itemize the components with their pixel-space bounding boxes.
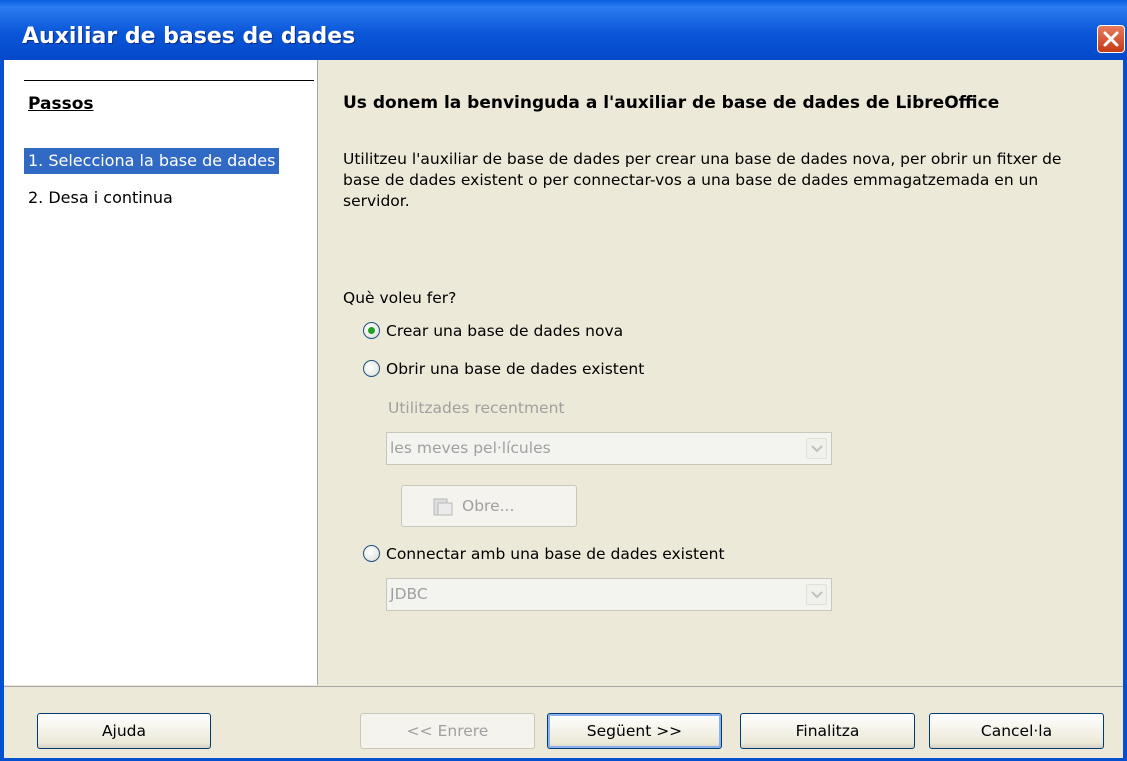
radio-connect-existing[interactable] xyxy=(363,545,380,562)
option-create-new-label: Crear una base de dades nova xyxy=(386,322,624,340)
main-panel: Us donem la benvinguda a l'auxiliar de b… xyxy=(318,60,1123,685)
open-file-button[interactable]: Obre... xyxy=(401,485,577,527)
close-icon xyxy=(1103,31,1119,47)
page-heading: Us donem la benvinguda a l'auxiliar de b… xyxy=(343,93,1000,113)
option-connect-existing-label: Connectar amb una base de dades existent xyxy=(386,545,725,563)
open-folder-icon xyxy=(433,498,453,516)
steps-panel: Passos 1. Selecciona la base de dades 2.… xyxy=(4,60,318,685)
recent-dropdown-value: les meves pel·lícules xyxy=(390,439,551,457)
title-bar[interactable]: Auxiliar de bases de dades xyxy=(0,0,1127,60)
option-connect-existing[interactable]: Connectar amb una base de dades existent xyxy=(363,542,725,566)
intro-text: Utilitzeu l'auxiliar de base de dades pe… xyxy=(343,150,1062,210)
option-create-new[interactable]: Crear una base de dades nova xyxy=(363,319,623,343)
help-button[interactable]: Ajuda xyxy=(37,713,211,749)
finish-button[interactable]: Finalitza xyxy=(740,713,915,749)
next-button[interactable]: Següent >> xyxy=(547,713,722,749)
question-label: Què voleu fer? xyxy=(343,289,457,307)
open-file-button-label: Obre... xyxy=(462,497,515,515)
steps-divider xyxy=(24,80,314,81)
chevron-down-icon xyxy=(811,591,823,599)
option-open-existing-label: Obrir una base de dades existent xyxy=(386,360,645,378)
step-select-database[interactable]: 1. Selecciona la base de dades xyxy=(24,148,280,174)
back-button[interactable]: << Enrere xyxy=(360,713,535,749)
radio-open-existing[interactable] xyxy=(363,360,380,377)
connection-type-dropdown[interactable]: JDBC xyxy=(386,578,832,611)
button-bar: Ajuda << Enrere Següent >> Finalitza Can… xyxy=(4,686,1123,758)
chevron-down-icon xyxy=(811,445,823,453)
recent-dropdown-arrow[interactable] xyxy=(806,438,827,459)
radio-create-new[interactable] xyxy=(363,322,380,339)
cancel-button[interactable]: Cancel·la xyxy=(929,713,1104,749)
recent-dropdown[interactable]: les meves pel·lícules xyxy=(386,432,832,465)
close-button[interactable] xyxy=(1097,25,1125,53)
connection-type-value: JDBC xyxy=(390,585,428,603)
recent-label: Utilitzades recentment xyxy=(388,399,565,417)
step-save-and-continue[interactable]: 2. Desa i continua xyxy=(24,185,177,211)
connection-dropdown-arrow[interactable] xyxy=(806,584,827,605)
steps-title: Passos xyxy=(28,94,94,114)
window-frame-right xyxy=(1123,60,1127,761)
option-open-existing[interactable]: Obrir una base de dades existent xyxy=(363,357,644,381)
window-title: Auxiliar de bases de dades xyxy=(22,24,356,49)
